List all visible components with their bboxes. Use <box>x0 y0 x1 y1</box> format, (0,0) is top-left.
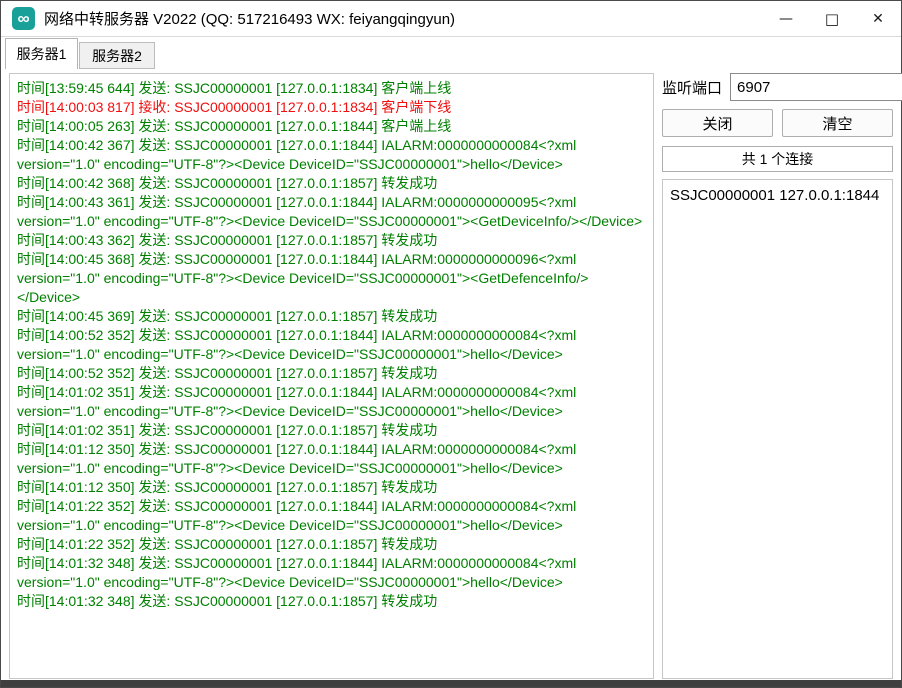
maximize-icon[interactable]: □ <box>809 1 855 36</box>
connection-list[interactable]: SSJC00000001 127.0.0.1:1844 <box>662 179 893 679</box>
log-line: 时间[14:01:22 352] 发送: SSJC00000001 [127.0… <box>17 535 646 554</box>
log-line: 时间[14:01:02 351] 发送: SSJC00000001 [127.0… <box>17 421 646 440</box>
title-bar: ∞ 网络中转服务器 V2022 (QQ: 517216493 WX: feiya… <box>1 1 901 37</box>
app-window: ∞ 网络中转服务器 V2022 (QQ: 517216493 WX: feiya… <box>0 0 902 688</box>
log-output[interactable]: 时间[13:59:45 644] 发送: SSJC00000001 [127.0… <box>9 73 654 679</box>
log-line: 时间[14:01:32 348] 发送: SSJC00000001 [127.0… <box>17 592 646 611</box>
log-line: 时间[14:00:52 352] 发送: SSJC00000001 [127.0… <box>17 364 646 383</box>
log-line: 时间[14:00:45 368] 发送: SSJC00000001 [127.0… <box>17 250 646 307</box>
action-buttons-row: 关闭 清空 <box>662 109 893 137</box>
app-logo-infinity-icon: ∞ <box>12 7 35 30</box>
listen-port-label: 监听端口 <box>662 77 722 98</box>
side-panel: 监听端口 关闭 清空 共 1 个连接 SSJC00000001 127.0.0.… <box>662 73 893 679</box>
tab-server2[interactable]: 服务器2 <box>79 42 155 69</box>
log-line: 时间[14:01:12 350] 发送: SSJC00000001 [127.0… <box>17 478 646 497</box>
close-server-button[interactable]: 关闭 <box>662 109 773 137</box>
log-line: 时间[14:00:43 362] 发送: SSJC00000001 [127.0… <box>17 231 646 250</box>
listen-port-row: 监听端口 <box>662 73 893 101</box>
log-line: 时间[14:00:52 352] 发送: SSJC00000001 [127.0… <box>17 326 646 364</box>
window-controls: — □ ✕ <box>763 1 901 36</box>
log-line: 时间[14:01:22 352] 发送: SSJC00000001 [127.0… <box>17 497 646 535</box>
listen-port-input[interactable] <box>730 73 902 101</box>
connection-list-item[interactable]: SSJC00000001 127.0.0.1:1844 <box>670 185 885 206</box>
clear-log-button[interactable]: 清空 <box>782 109 893 137</box>
close-icon[interactable]: ✕ <box>855 1 901 36</box>
log-line: 时间[14:00:03 817] 接收: SSJC00000001 [127.0… <box>17 98 646 117</box>
log-line: 时间[14:01:02 351] 发送: SSJC00000001 [127.0… <box>17 383 646 421</box>
tab-server1[interactable]: 服务器1 <box>5 38 78 69</box>
minimize-icon[interactable]: — <box>763 1 809 36</box>
log-line: 时间[14:00:05 263] 发送: SSJC00000001 [127.0… <box>17 117 646 136</box>
log-line: 时间[13:59:45 644] 发送: SSJC00000001 [127.0… <box>17 79 646 98</box>
log-line: 时间[14:01:32 348] 发送: SSJC00000001 [127.0… <box>17 554 646 592</box>
window-bottom-edge <box>1 680 901 687</box>
log-line: 时间[14:00:45 369] 发送: SSJC00000001 [127.0… <box>17 307 646 326</box>
tab-bar: 服务器1 服务器2 <box>2 38 900 69</box>
connection-count-label: 共 1 个连接 <box>662 146 893 172</box>
window-title: 网络中转服务器 V2022 (QQ: 517216493 WX: feiyang… <box>44 8 455 29</box>
log-line: 时间[14:00:42 367] 发送: SSJC00000001 [127.0… <box>17 136 646 174</box>
log-line: 时间[14:01:12 350] 发送: SSJC00000001 [127.0… <box>17 440 646 478</box>
log-line: 时间[14:00:43 361] 发送: SSJC00000001 [127.0… <box>17 193 646 231</box>
log-line: 时间[14:00:42 368] 发送: SSJC00000001 [127.0… <box>17 174 646 193</box>
